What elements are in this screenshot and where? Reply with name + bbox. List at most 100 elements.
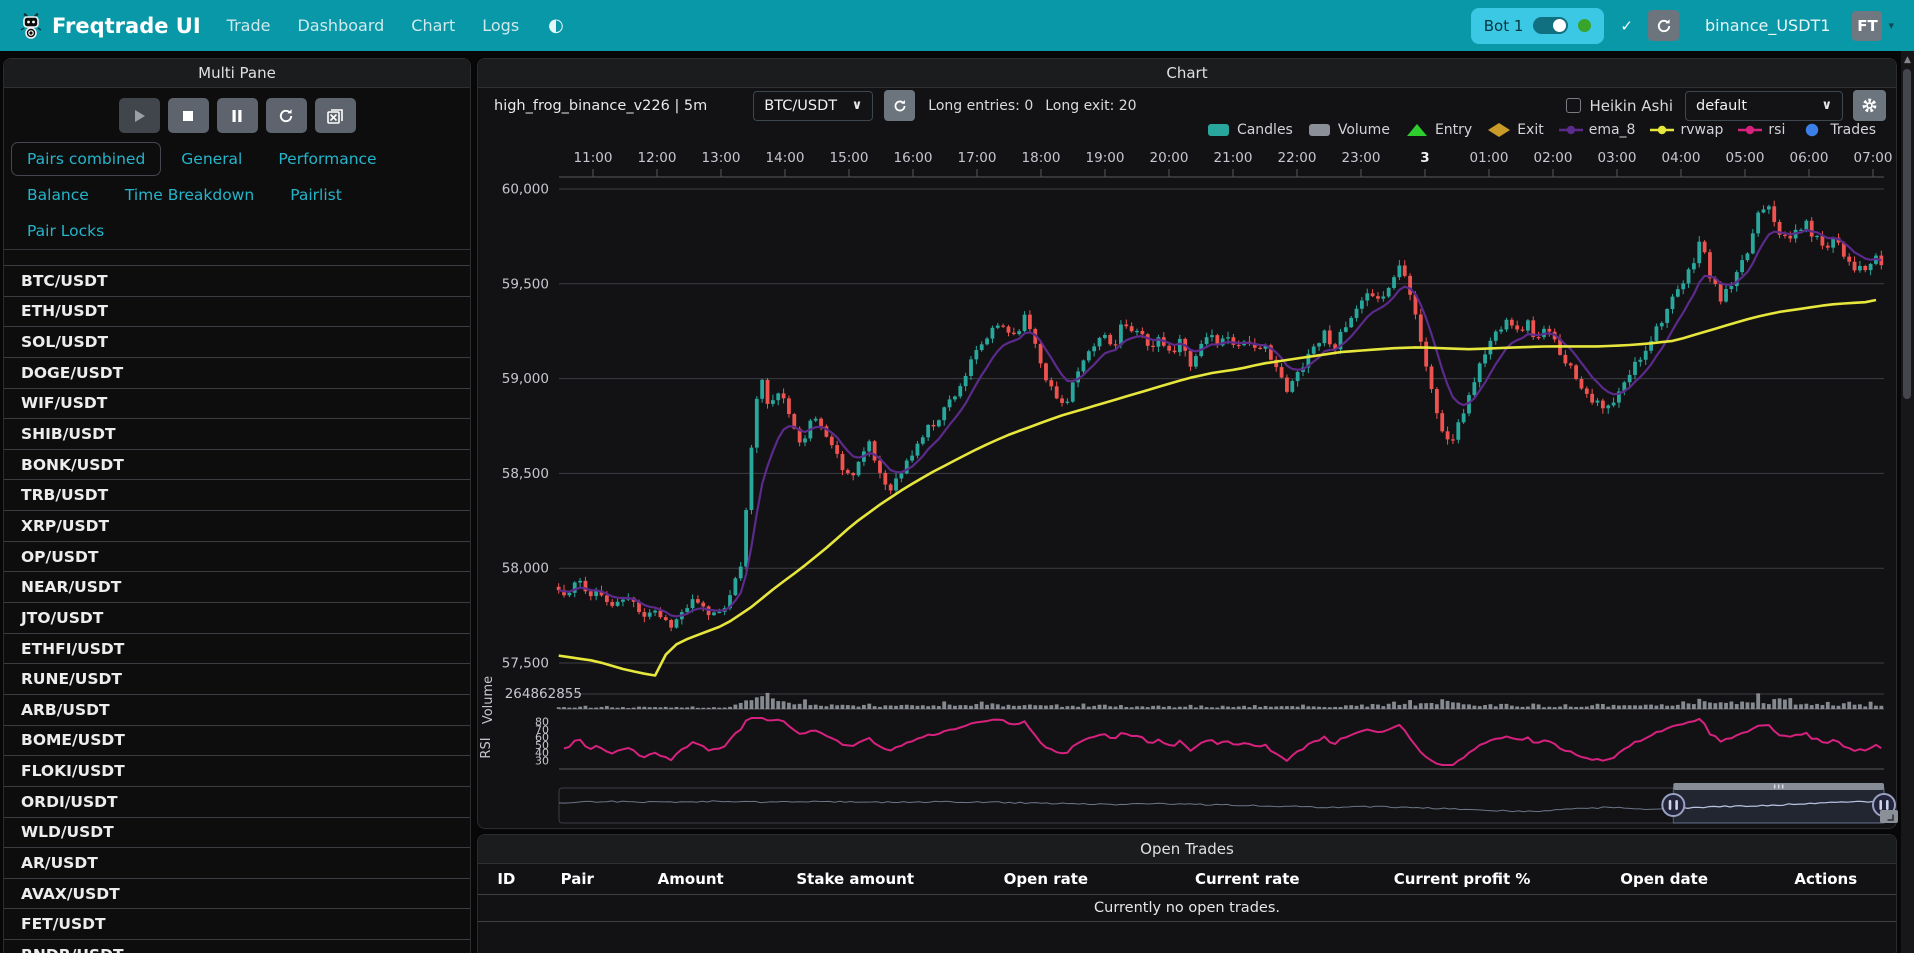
user-avatar[interactable]: FT bbox=[1852, 11, 1882, 41]
pair-list-item-jto[interactable]: JTO/USDT bbox=[4, 603, 470, 634]
plot-settings-button[interactable] bbox=[1853, 90, 1886, 121]
bot-power-toggle[interactable] bbox=[1533, 17, 1568, 34]
page-scrollbar[interactable]: ▲ bbox=[1901, 51, 1914, 953]
open-trades-header-row: IDPairAmountStake amountOpen rateCurrent… bbox=[478, 864, 1896, 895]
svg-text:06:00: 06:00 bbox=[1790, 150, 1829, 166]
pair-list-item-op[interactable]: OP/USDT bbox=[4, 542, 470, 573]
pair-list-item-ethfi[interactable]: ETHFI/USDT bbox=[4, 634, 470, 665]
bot-name-label: Bot 1 bbox=[1484, 17, 1524, 35]
pair-select-value: BTC/USDT bbox=[764, 98, 837, 114]
svg-text:07:00: 07:00 bbox=[1854, 150, 1893, 166]
gear-icon bbox=[1861, 97, 1878, 114]
zoom-handle-left[interactable] bbox=[1662, 794, 1684, 816]
nav-item-trade[interactable]: Trade bbox=[227, 16, 271, 35]
toggle-knob bbox=[1553, 19, 1566, 32]
chevron-down-icon: ∨ bbox=[1821, 98, 1832, 113]
tab-time-breakdown[interactable]: Time Breakdown bbox=[109, 178, 270, 212]
play-button[interactable] bbox=[119, 98, 160, 133]
legend-item-ema_8[interactable]: ema_8 bbox=[1559, 122, 1636, 138]
chevron-down-icon: ∨ bbox=[852, 98, 863, 113]
svg-text:14:00: 14:00 bbox=[766, 150, 805, 166]
tab-pairs-combined[interactable]: Pairs combined bbox=[11, 142, 161, 176]
reload-icon bbox=[278, 108, 294, 124]
pair-list-item-bome[interactable]: BOME/USDT bbox=[4, 726, 470, 757]
trades-column-current-profit-: Current profit % bbox=[1351, 870, 1572, 888]
open-trades-panel: Open Trades IDPairAmountStake amountOpen… bbox=[477, 834, 1897, 953]
pair-list-item-wif[interactable]: WIF/USDT bbox=[4, 389, 470, 420]
legend-label: Entry bbox=[1435, 122, 1472, 138]
svg-text:3: 3 bbox=[1420, 150, 1429, 166]
pair-list-item-ordi[interactable]: ORDI/USDT bbox=[4, 787, 470, 818]
pair-list-item-wld[interactable]: WLD/USDT bbox=[4, 818, 470, 849]
long-exit-label: Long exit: 20 bbox=[1045, 98, 1136, 114]
pause-icon bbox=[230, 109, 244, 123]
nav-item-chart[interactable]: Chart bbox=[411, 16, 455, 35]
multi-pane-tabs: Pairs combinedGeneralPerformance BalanceT… bbox=[4, 141, 470, 250]
pair-list: BTC/USDTETH/USDTSOL/USDTDOGE/USDTWIF/USD… bbox=[4, 265, 470, 953]
app-title: Freqtrade UI bbox=[52, 14, 201, 38]
pair-list-item-bonk[interactable]: BONK/USDT bbox=[4, 450, 470, 481]
pair-list-item-rune[interactable]: RUNE/USDT bbox=[4, 664, 470, 695]
clear-charts-button[interactable] bbox=[315, 98, 356, 133]
tab-performance[interactable]: Performance bbox=[262, 142, 392, 176]
legend-item-volume[interactable]: Volume bbox=[1308, 122, 1390, 138]
pair-select[interactable]: BTC/USDT ∨ bbox=[753, 91, 873, 121]
stop-button[interactable] bbox=[168, 98, 209, 133]
bot-selector[interactable]: Bot 1 bbox=[1471, 8, 1605, 44]
heikin-ashi-checkbox[interactable] bbox=[1566, 98, 1581, 113]
legend-item-rsi[interactable]: rsi bbox=[1738, 122, 1785, 138]
legend-item-entry[interactable]: Entry bbox=[1405, 122, 1472, 138]
svg-text:04:00: 04:00 bbox=[1662, 150, 1701, 166]
svg-text:22:00: 22:00 bbox=[1278, 150, 1317, 166]
scroll-up-icon[interactable]: ▲ bbox=[1901, 51, 1914, 65]
pair-list-item-avax[interactable]: AVAX/USDT bbox=[4, 879, 470, 910]
legend-item-exit[interactable]: Exit bbox=[1487, 122, 1544, 138]
price-chart-svg[interactable]: 60,00059,50059,00058,50058,00057,50011:0… bbox=[478, 59, 1898, 830]
reload-config-button[interactable] bbox=[266, 98, 307, 133]
trades-legend-marker-icon bbox=[1800, 123, 1824, 137]
pair-list-item-rndr[interactable]: RNDR/USDT bbox=[4, 940, 470, 953]
tab-general[interactable]: General bbox=[165, 142, 258, 176]
reload-bot-button[interactable] bbox=[1648, 10, 1679, 41]
refresh-chart-button[interactable] bbox=[884, 90, 915, 121]
nav-item-logs[interactable]: Logs bbox=[482, 16, 519, 35]
heikin-ashi-label: Heikin Ashi bbox=[1589, 97, 1673, 115]
pair-list-item-arb[interactable]: ARB/USDT bbox=[4, 695, 470, 726]
pause-button[interactable] bbox=[217, 98, 258, 133]
pair-list-item-near[interactable]: NEAR/USDT bbox=[4, 572, 470, 603]
scrollbar-thumb[interactable] bbox=[1903, 69, 1911, 399]
pair-list-item-trb[interactable]: TRB/USDT bbox=[4, 480, 470, 511]
pair-list-item-eth[interactable]: ETH/USDT bbox=[4, 297, 470, 328]
tab-balance[interactable]: Balance bbox=[11, 178, 105, 212]
svg-text:58,500: 58,500 bbox=[502, 466, 549, 482]
pair-list-item-doge[interactable]: DOGE/USDT bbox=[4, 358, 470, 389]
open-trades-empty-row: Currently no open trades. bbox=[478, 895, 1896, 922]
plot-config-select[interactable]: default ∨ bbox=[1685, 91, 1843, 121]
svg-text:11:00: 11:00 bbox=[574, 150, 613, 166]
panel-resize-grip[interactable] bbox=[1880, 810, 1898, 823]
legend-item-candles[interactable]: Candles bbox=[1207, 122, 1293, 138]
pair-list-item-floki[interactable]: FLOKI/USDT bbox=[4, 756, 470, 787]
pair-list-item-sol[interactable]: SOL/USDT bbox=[4, 327, 470, 358]
tab-pair-locks[interactable]: Pair Locks bbox=[11, 214, 120, 248]
svg-text:23:00: 23:00 bbox=[1342, 150, 1381, 166]
legend-item-rvwap[interactable]: rvwap bbox=[1650, 122, 1723, 138]
svg-text:Volume: Volume bbox=[481, 676, 496, 724]
svg-text:59,000: 59,000 bbox=[502, 371, 549, 387]
rsi-series bbox=[564, 718, 1881, 765]
nav-item-dashboard[interactable]: Dashboard bbox=[297, 16, 384, 35]
play-icon bbox=[132, 109, 146, 123]
tab-pairlist[interactable]: Pairlist bbox=[274, 178, 358, 212]
svg-text:60,000: 60,000 bbox=[502, 182, 549, 198]
pair-list-item-xrp[interactable]: XRP/USDT bbox=[4, 511, 470, 542]
navbar: Freqtrade UI Trade Dashboard Chart Logs ◐ B… bbox=[0, 0, 1914, 51]
pair-list-item-fet[interactable]: FET/USDT bbox=[4, 909, 470, 940]
legend-item-trades[interactable]: Trades bbox=[1800, 122, 1876, 138]
pair-list-item-shib[interactable]: SHIB/USDT bbox=[4, 419, 470, 450]
chart-axes: 60,00059,50059,00058,50058,00057,50011:0… bbox=[479, 150, 1892, 769]
multi-pane-panel: Multi Pane Pairs combinedGeneralPerform bbox=[3, 58, 471, 953]
bot-online-dot bbox=[1578, 19, 1591, 32]
pair-list-item-ar[interactable]: AR/USDT bbox=[4, 848, 470, 879]
pair-list-item-btc[interactable]: BTC/USDT bbox=[4, 266, 470, 297]
theme-toggle-icon[interactable]: ◐ bbox=[548, 15, 564, 36]
